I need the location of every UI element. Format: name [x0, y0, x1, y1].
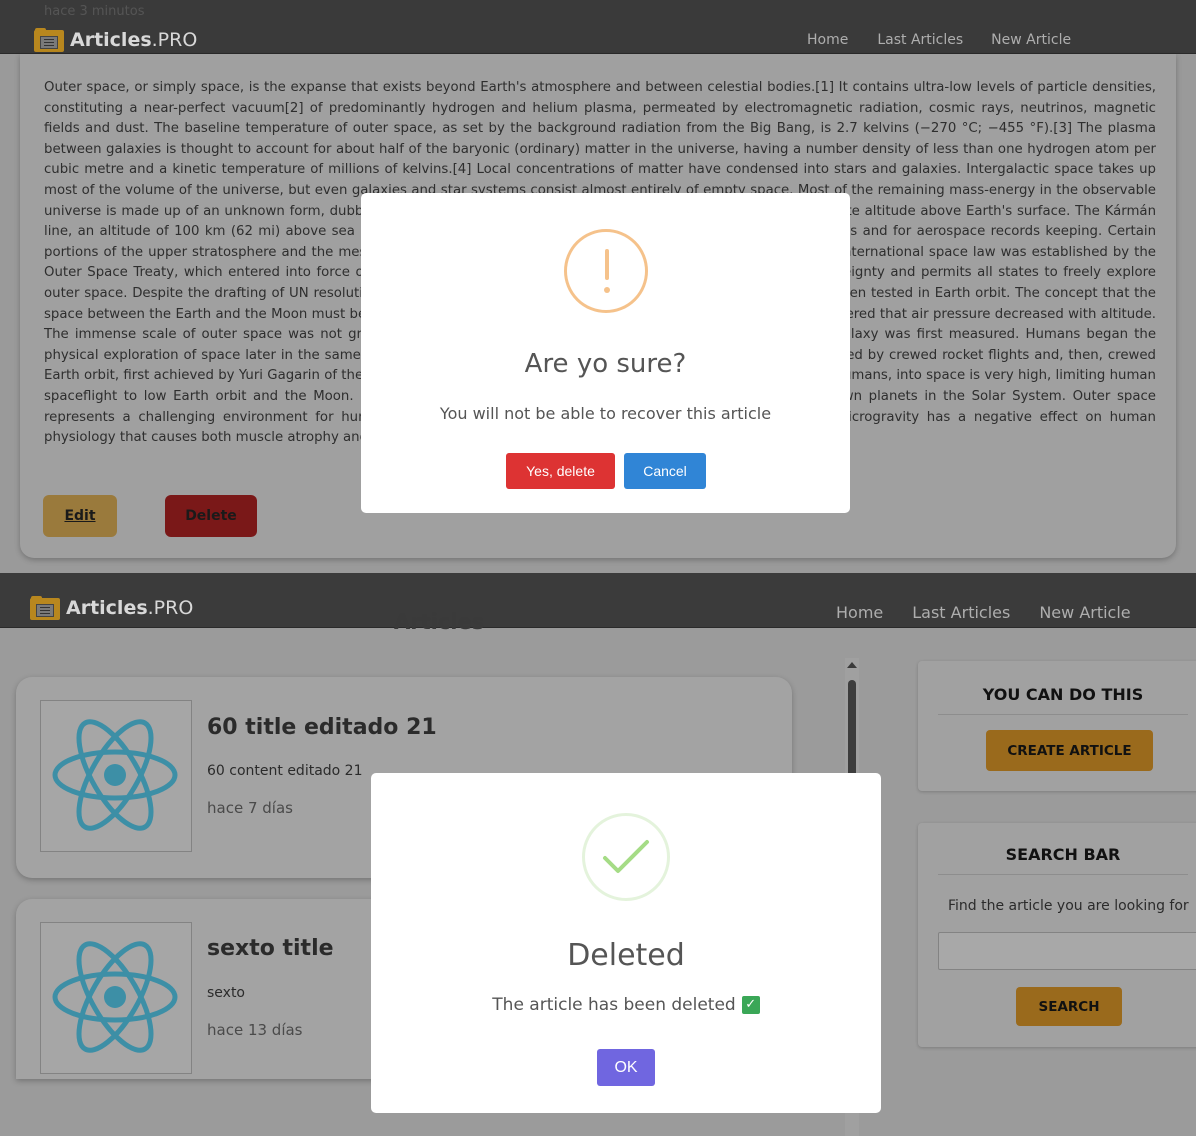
articles-list-screen: Articles .PRO Home Last Articles New Arti…: [0, 573, 1196, 1136]
confirm-delete-button[interactable]: Yes, delete: [506, 453, 615, 489]
brand-suffix: .PRO: [151, 29, 198, 51]
nav-new-article[interactable]: New Article: [991, 32, 1071, 48]
folder-icon: [30, 596, 60, 620]
article-detail-screen: hace 3 minutos Articles .PRO Home Last Ar…: [0, 0, 1196, 573]
scroll-up-arrow-icon[interactable]: [847, 662, 857, 668]
nav-home[interactable]: Home: [836, 603, 883, 622]
search-panel: SEARCH BAR Find the article you are look…: [918, 823, 1196, 1047]
article-thumbnail: [40, 700, 192, 852]
search-input[interactable]: [938, 932, 1196, 970]
brand-logo[interactable]: Articles .PRO: [30, 596, 193, 620]
check-mark-emoji-icon: ✓: [741, 996, 760, 1014]
nav-links: Home Last Articles New Article: [836, 603, 1131, 622]
confirm-delete-dialog: Are yo sure? You will not be able to rec…: [361, 193, 850, 513]
nav-new-article[interactable]: New Article: [1039, 603, 1130, 622]
nav-links: Home Last Articles New Article: [807, 32, 1071, 48]
article-thumbnail: [40, 922, 192, 1074]
warning-icon: [564, 229, 648, 313]
article-content: sexto: [207, 985, 246, 1001]
folder-icon: [34, 28, 64, 52]
brand-name: Articles: [66, 597, 148, 619]
search-panel-title: SEARCH BAR: [938, 845, 1188, 875]
article-date: hace 7 días: [207, 799, 293, 817]
nav-last-articles[interactable]: Last Articles: [877, 32, 963, 48]
react-logo-icon: [52, 941, 178, 1053]
top-navbar: Articles .PRO Home Last Articles New Arti…: [0, 573, 1196, 634]
article-title[interactable]: 60 title editado 21: [207, 715, 437, 740]
article-title[interactable]: sexto title: [207, 936, 334, 961]
page-title: Articles: [394, 610, 485, 634]
edit-button[interactable]: Edit: [43, 495, 117, 537]
article-content: 60 content editado 21: [207, 763, 363, 779]
create-article-button[interactable]: CREATE ARTICLE: [986, 730, 1153, 771]
nav-last-articles[interactable]: Last Articles: [912, 603, 1010, 622]
success-check-icon: [582, 813, 670, 901]
react-logo-icon: [52, 719, 178, 831]
delete-button[interactable]: Delete: [165, 495, 257, 537]
ok-button[interactable]: OK: [597, 1049, 655, 1086]
search-label: Find the article you are looking for: [948, 898, 1189, 914]
dialog-title: Are yo sure?: [524, 349, 687, 379]
dialog-message: The article has been deleted: [492, 995, 736, 1015]
brand-logo[interactable]: Articles .PRO: [34, 28, 197, 52]
dialog-text: You will not be able to recover this art…: [439, 404, 772, 423]
article-date: hace 13 días: [207, 1021, 303, 1039]
scrollbar-thumb[interactable]: [848, 680, 856, 780]
brand-name: Articles: [70, 29, 152, 51]
dialog-title: Deleted: [567, 938, 685, 973]
brand-suffix: .PRO: [147, 597, 194, 619]
scrolled-timestamp: hace 3 minutos: [44, 4, 145, 19]
dialog-text: The article has been deleted ✓: [371, 995, 881, 1015]
top-navbar: hace 3 minutos Articles .PRO Home Last Ar…: [0, 0, 1196, 54]
actions-panel: YOU CAN DO THIS CREATE ARTICLE: [918, 661, 1196, 791]
deleted-success-dialog: Deleted The article has been deleted ✓ O…: [371, 773, 881, 1113]
search-button[interactable]: SEARCH: [1016, 987, 1122, 1026]
nav-home[interactable]: Home: [807, 32, 848, 48]
actions-panel-title: YOU CAN DO THIS: [938, 685, 1188, 715]
cancel-button[interactable]: Cancel: [624, 453, 706, 489]
